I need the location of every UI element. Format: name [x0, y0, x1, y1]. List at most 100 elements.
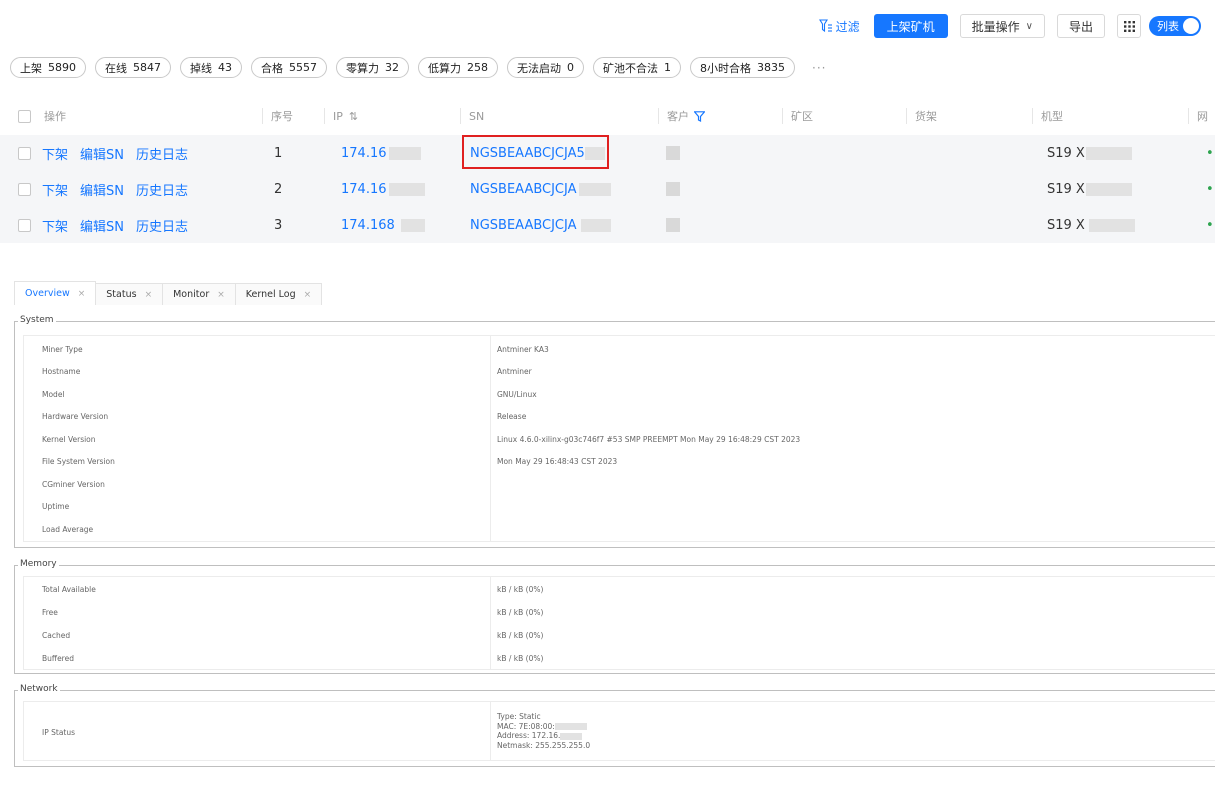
close-icon[interactable]: × [304, 290, 312, 300]
unshelve-link[interactable]: 下架 [42, 216, 68, 235]
header-customer: 客户 [658, 108, 705, 124]
kv-row: Uptime [24, 496, 1215, 518]
network-section: Network IP Status Type: Static MAC: 7E:0… [14, 684, 1215, 767]
row-seq: 1 [274, 145, 283, 161]
pill-zero-hashrate[interactable]: 零算力 32 [336, 57, 409, 78]
chevron-down-icon: ∨ [1025, 20, 1033, 32]
unshelve-link[interactable]: 下架 [42, 180, 68, 199]
pill-label: 零算力 [346, 61, 379, 75]
row-ip[interactable]: 174.168 [341, 218, 395, 233]
row-ip[interactable]: 174.16 [341, 146, 387, 161]
filter-button[interactable]: 过滤 [818, 18, 860, 35]
export-button[interactable]: 导出 [1056, 14, 1105, 38]
table-row[interactable]: 下架 编辑SN 历史日志 3 174.168 NGSBEAABCJCJA S19… [0, 207, 1215, 243]
redaction [666, 218, 680, 232]
kv-row: Kernel Version Linux 4.6.0-xilinx-g03c746… [24, 428, 1215, 450]
kv-row: Load Average [24, 518, 1215, 540]
tab-monitor[interactable]: Monitor × [162, 283, 236, 305]
sort-icon[interactable]: ⇅ [349, 110, 358, 123]
redaction [1088, 218, 1135, 232]
redaction [560, 732, 583, 740]
row-sn[interactable]: NGSBEAABCJCJA [470, 182, 577, 197]
row-checkbox[interactable] [18, 218, 31, 232]
row-ip[interactable]: 174.16 [341, 182, 387, 197]
pill-label: 合格 [261, 61, 283, 75]
row-sn[interactable]: NGSBEAABCJCJA5 [470, 146, 585, 161]
close-icon[interactable]: × [217, 290, 225, 300]
network-netmask: Netmask: 255.255.255.0 [497, 740, 591, 750]
pill-count: 1 [664, 61, 671, 74]
network-address-text: Address: 172.16. [497, 731, 561, 740]
row-model: S19 X [1047, 181, 1085, 197]
list-view-toggle[interactable]: 列表 [1149, 16, 1201, 36]
header-ip-label: IP [333, 109, 343, 123]
redaction [666, 146, 680, 160]
kv-row: Miner Type Antminer KA3 [24, 338, 1215, 360]
network-status-value: Type: Static MAC: 7E:08:00: Address: 172… [497, 712, 590, 750]
pill-low-hashrate[interactable]: 低算力 258 [418, 57, 498, 78]
kv-value: kB / kB (0%) [497, 630, 544, 640]
kv-key: Hostname [42, 367, 81, 376]
header-shelf-label: 货架 [915, 110, 937, 123]
pill-qualified[interactable]: 合格 5557 [251, 57, 327, 78]
batch-operation-dropdown[interactable]: 批量操作 ∨ [959, 14, 1045, 38]
row-model: S19 X [1047, 217, 1085, 233]
shelve-miner-button[interactable]: 上架矿机 [873, 14, 948, 38]
redaction [1085, 146, 1132, 160]
kv-key: Miner Type [42, 344, 83, 354]
kv-value: Mon May 29 16:48:43 CST 2023 [497, 457, 618, 466]
row-checkbox[interactable] [18, 146, 31, 160]
unshelve-link[interactable]: 下架 [42, 144, 68, 163]
edit-sn-link[interactable]: 编辑SN [80, 180, 124, 199]
tab-status[interactable]: Status × [95, 283, 164, 305]
pill-cannot-start[interactable]: 无法启动 0 [507, 57, 584, 78]
redaction [554, 723, 587, 730]
pill-shelved[interactable]: 上架 5890 [10, 57, 86, 78]
filter-icon[interactable] [694, 110, 705, 122]
table-row[interactable]: 下架 编辑SN 历史日志 1 174.16 NGSBEAABCJCJA5 S19… [0, 135, 1215, 171]
select-all-checkbox[interactable] [18, 109, 31, 123]
toolbar: 过滤 上架矿机 批量操作 ∨ 导出 列表 [818, 14, 1201, 38]
kv-value: GNU/Linux [497, 389, 537, 399]
pill-label: 无法启动 [517, 61, 561, 75]
kv-value: Release [497, 412, 527, 421]
tab-label: Kernel Log [245, 289, 296, 300]
history-log-link[interactable]: 历史日志 [136, 144, 188, 163]
pill-offline[interactable]: 掉线 43 [180, 57, 242, 78]
grid-icon [1123, 20, 1135, 32]
kv-key: Uptime [42, 502, 70, 511]
table-row[interactable]: 下架 编辑SN 历史日志 2 174.16 NGSBEAABCJCJA S19 … [0, 171, 1215, 207]
redaction [578, 182, 611, 196]
tab-kernel-log[interactable]: Kernel Log × [234, 283, 323, 305]
memory-table: Total Available kB / kB (0%) Free kB / kB … [23, 576, 1215, 670]
pill-online[interactable]: 在线 5847 [95, 57, 171, 78]
pill-invalid-pool[interactable]: 矿池不合法 1 [593, 57, 681, 78]
kv-key: Hardware Version [42, 412, 109, 421]
row-sn[interactable]: NGSBEAABCJCJA [470, 218, 577, 233]
pill-label: 掉线 [190, 61, 212, 75]
close-icon[interactable]: × [145, 290, 153, 300]
tab-overview[interactable]: Overview × [14, 281, 97, 305]
pill-count: 3835 [757, 61, 785, 74]
pill-label: 上架 [20, 61, 42, 75]
edit-sn-link[interactable]: 编辑SN [80, 144, 124, 163]
kv-key: Cached [42, 630, 71, 640]
close-icon[interactable]: × [78, 289, 86, 299]
kv-key: IP Status [42, 727, 76, 737]
pill-label: 矿池不合法 [603, 61, 658, 75]
history-log-link[interactable]: 历史日志 [136, 216, 188, 235]
grid-view-button[interactable] [1117, 14, 1141, 38]
row-model: S19 X [1047, 145, 1085, 161]
history-log-link[interactable]: 历史日志 [136, 180, 188, 199]
more-pills-button[interactable]: ··· [812, 61, 826, 75]
row-checkbox[interactable] [18, 182, 31, 196]
pill-count: 43 [218, 61, 232, 74]
header-ip[interactable]: IP ⇅ [324, 108, 358, 124]
kv-row: Model GNU/Linux [24, 383, 1215, 405]
tab-label: Monitor [173, 289, 210, 300]
edit-sn-link[interactable]: 编辑SN [80, 216, 124, 235]
redaction [584, 146, 605, 160]
tab-label: Overview [25, 288, 70, 299]
header-model-label: 机型 [1041, 110, 1063, 123]
pill-8h-qualified[interactable]: 8小时合格 3835 [690, 57, 795, 78]
